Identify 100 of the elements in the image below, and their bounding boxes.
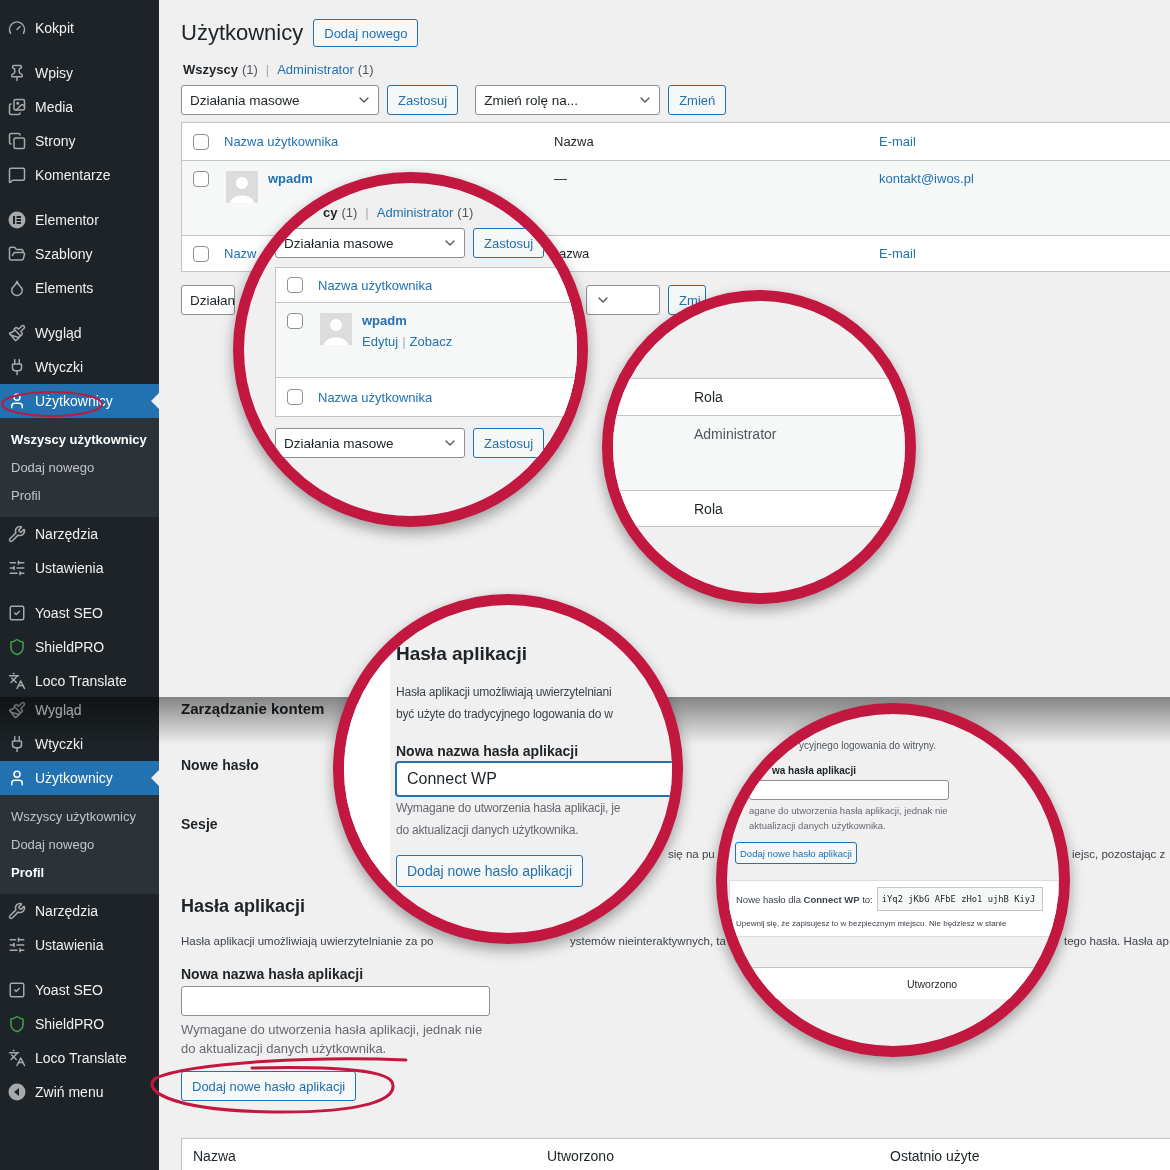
field-label: Nowa nazwa hasła aplikacji [396,742,579,761]
bulk-actions-select[interactable]: Działania masowe [275,428,465,458]
input-field[interactable] [749,780,949,800]
menu-item[interactable]: ShieldPRO [0,630,159,664]
column-header: Rola [694,389,723,405]
pages-icon [8,132,26,150]
change-button[interactable]: Zmień [668,85,727,115]
column-header[interactable]: Nazwa użytkownika [318,277,433,293]
role-select[interactable]: Zmień rolę na... [475,85,661,115]
apply-button[interactable]: Zastosuj [473,428,545,458]
user-icon [8,392,26,410]
menu-item[interactable]: Szablony [0,237,159,271]
help-text: agane do utworzenia hasła aplikacji, jednak nie [749,804,948,818]
username-link[interactable]: wpadm [268,171,313,186]
wrench-icon [8,525,26,543]
menu-item[interactable]: Elementor [0,203,159,237]
field-label: Nowe hasło [181,756,259,775]
view-link[interactable]: Zobacz [409,334,453,349]
column-header[interactable]: Nazwa użytkownika [224,134,339,149]
apply-button[interactable]: Zastosuj [473,228,545,258]
checkbox[interactable] [193,133,209,150]
checkbox[interactable] [193,245,209,262]
submenu-item[interactable]: Profil [0,858,159,886]
field-label: Nowa nazwa hasła aplikacji [181,965,364,984]
page-title: Użytkownicy [181,19,304,47]
column-header: azwa [558,246,590,261]
submenu-item[interactable]: Profil [0,481,159,509]
input-field[interactable] [181,986,490,1016]
section-title: Zarządzanie kontem [181,699,325,719]
collapse-icon [8,1083,26,1101]
translate-icon [8,672,26,690]
submenu-item[interactable]: Wszyscy użytkownicy [0,425,159,453]
menu-item[interactable]: Yoast SEO [0,973,159,1007]
submenu-item[interactable]: Dodaj nowego [0,830,159,858]
avatar-icon [226,171,258,203]
menu-item[interactable]: Media [0,90,159,124]
input-field[interactable]: Connect WP [396,762,672,796]
menu-item[interactable]: Narzędzia [0,517,159,551]
username-link[interactable]: wpadm [362,313,407,328]
help-text: aktualizacji danych użytkownika. [749,819,886,833]
column-header[interactable]: Nazwa użytkownika [318,389,433,405]
menu-item[interactable]: ShieldPRO [0,1007,159,1041]
edit-link[interactable]: Edytuj [362,334,399,349]
checkbox[interactable] [287,389,303,405]
wrench-icon [8,902,26,920]
notice-text: Nowe hasło dla Connect WP to: [736,893,873,905]
description-text: Hasła aplikacji umożliwiają uwierzytelnianie za po [181,934,434,948]
bulk-actions-select[interactable]: Działania masowe [181,85,379,115]
email-link[interactable]: kontakt@iwos.pl [879,171,974,186]
menu-item[interactable]: Użytkownicy [0,761,159,795]
submenu-item[interactable]: Wszyscy użytkownicy [0,802,159,830]
menu-item[interactable]: Zwiń menu [0,1075,159,1109]
bulk-actions-select[interactable]: Działania masowe [275,228,465,258]
filter-link[interactable]: Administrator (1) [277,62,374,77]
apply-button[interactable]: Zastosuj [387,85,459,115]
menu-item[interactable]: Narzędzia [0,894,159,928]
separator: | [265,62,270,77]
menu-item[interactable]: Komentarze [0,158,159,192]
column-header[interactable]: E-mail [879,134,916,149]
menu-item[interactable]: Loco Translate [0,1041,159,1075]
menu-item[interactable]: Ustawienia [0,551,159,585]
filter-link[interactable]: Wszyscy (1) [183,62,258,77]
translate-icon [8,1049,26,1067]
menu-item[interactable]: Wygląd [0,697,159,727]
gauge-icon [8,19,26,37]
comment-icon [8,166,26,184]
bulk-actions-select[interactable]: Działan [181,285,235,315]
checkbox[interactable] [193,171,209,187]
add-new-button[interactable]: Dodaj nowego [313,19,419,47]
menu-item[interactable]: Strony [0,124,159,158]
separator: | [365,205,369,220]
column-header: Utworzono [547,1148,614,1164]
field-label: Sesje [181,815,218,834]
menu-item[interactable]: Wtyczki [0,350,159,384]
add-password-button[interactable]: Dodaj nowe hasło aplikacji [396,855,583,887]
add-password-button[interactable]: Dodaj nowe hasło aplikacji [735,842,857,864]
menu-item[interactable]: Yoast SEO [0,596,159,630]
filter-link[interactable]: Administrator (1) [376,205,474,220]
menu-item[interactable]: Loco Translate [0,664,159,697]
checkbox[interactable] [287,313,303,329]
images-icon [8,98,26,116]
password-field[interactable]: iYq2 jKbG AFbE zHo1 ujhB KiyJ [876,887,1043,911]
role-select[interactable] [586,285,660,315]
filter-link[interactable]: cy (1) [323,205,358,220]
column-header: Nazwa [193,1148,236,1164]
column-header[interactable]: Nazw [224,246,257,261]
checkbox[interactable] [287,277,303,293]
submenu-item[interactable]: Dodaj nowego [0,453,159,481]
folder-icon [8,245,26,263]
menu-item[interactable]: Wtyczki [0,727,159,761]
menu-item[interactable]: Ustawienia [0,928,159,962]
add-password-button[interactable]: Dodaj nowe hasło aplikacji [181,1071,357,1101]
field-label: wa hasła aplikacji [772,764,856,778]
column-header[interactable]: E-mail [879,246,916,261]
menu-item[interactable]: Elements [0,271,159,305]
table-cell: — [554,171,567,186]
menu-item[interactable]: Kokpit [0,11,159,45]
menu-item[interactable]: Wygląd [0,316,159,350]
menu-item[interactable]: Wpisy [0,56,159,90]
column-header: Rola [694,501,723,517]
